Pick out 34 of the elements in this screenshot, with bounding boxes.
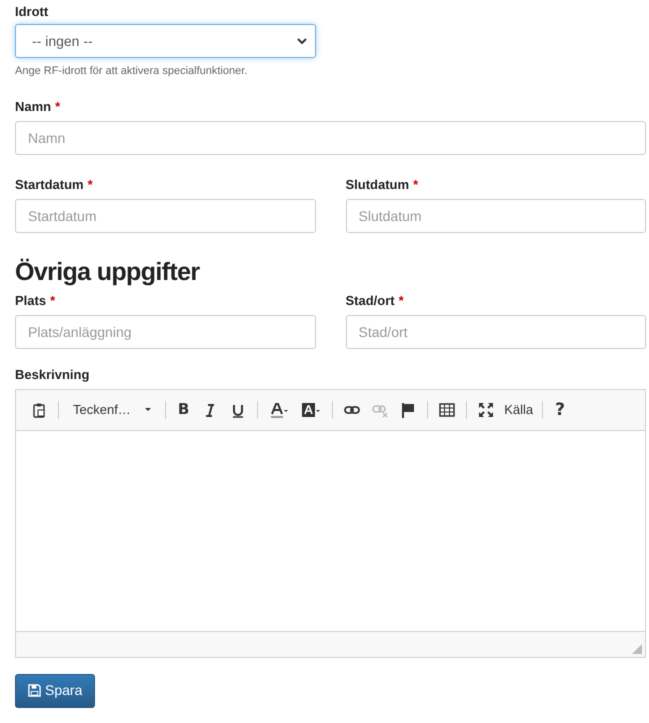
name-field[interactable]: Namn [15, 120, 646, 154]
maximize-icon [478, 402, 494, 418]
required-marker: * [55, 98, 60, 116]
text-field[interactable]: Plats/anläggning [15, 314, 316, 348]
help-text: Ange RF-idrott för att aktivera specialfunktioner. [15, 64, 248, 79]
field-label: Plats [15, 292, 46, 310]
caret-icon [144, 408, 151, 412]
clipboard-icon [31, 402, 47, 418]
field-label: Stad/ort [346, 292, 395, 310]
required-marker: * [398, 292, 404, 310]
flag-icon [400, 402, 416, 418]
section-heading: Övriga uppgifter [15, 256, 201, 288]
field-label: Idrott [15, 3, 50, 21]
required-marker: * [88, 176, 93, 194]
field-label: Beskrivning [15, 366, 90, 384]
text-field[interactable]: Stad/ort [346, 314, 646, 348]
text-field[interactable]: Slutdatum [346, 198, 646, 232]
field-label: Startdatum [15, 176, 84, 194]
font-dropdown[interactable]: Teckenf… [67, 398, 157, 422]
required-marker: * [413, 176, 418, 194]
bold-button[interactable]: B [174, 398, 194, 422]
field-label: Slutdatum [346, 176, 410, 194]
text-field[interactable]: Startdatum [15, 198, 316, 232]
table-icon [439, 402, 456, 418]
chevron-icon [297, 38, 307, 44]
text-color-icon [269, 402, 290, 418]
required-marker: * [50, 292, 56, 310]
help-button[interactable]: ? [551, 398, 570, 422]
background-color-icon [301, 402, 322, 418]
resize-handle-icon[interactable] [632, 644, 642, 654]
save-button[interactable]: Spara [15, 674, 96, 708]
source-button[interactable]: Källa [503, 398, 534, 422]
field-label: Namn [15, 98, 52, 116]
select-field[interactable]: -- ingen -- [15, 24, 316, 58]
